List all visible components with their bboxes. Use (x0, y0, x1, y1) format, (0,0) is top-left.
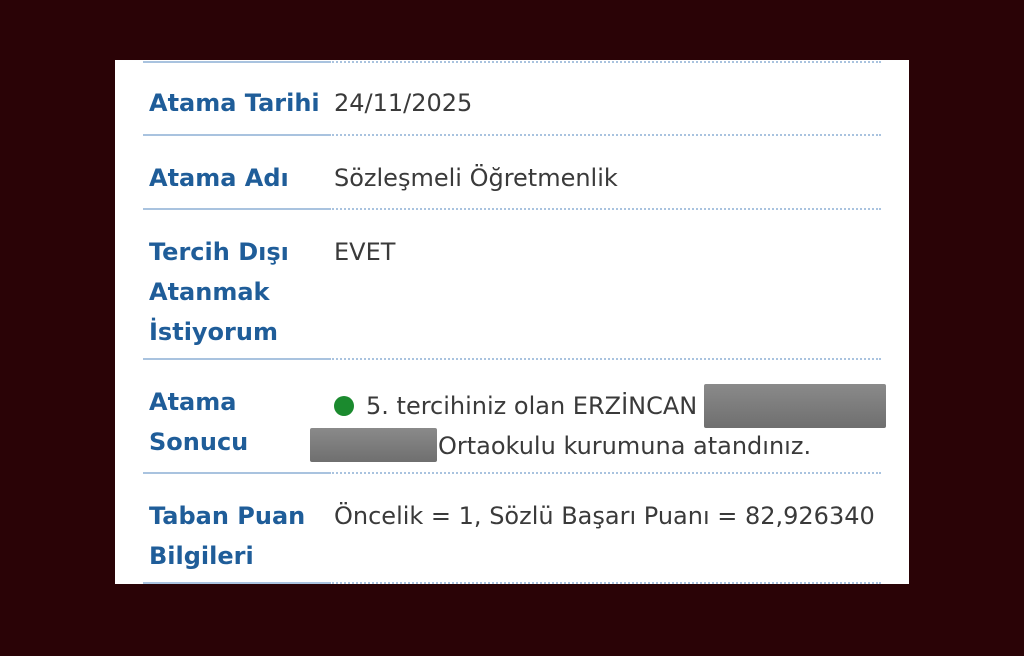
atama-tarihi-value: 24/11/2025 (334, 89, 473, 117)
atama-tarihi-label: Atama Tarihi (149, 89, 320, 117)
atama-sonucu-line1: 5. tercihiniz olan ERZİNCAN (334, 386, 697, 426)
atama-adi-label: Atama Adı (149, 164, 289, 192)
redacted-block (310, 428, 437, 462)
taban-puan-value: Öncelik = 1, Sözlü Başarı Puanı = 82,926… (334, 502, 875, 530)
atama-sonucu-label: Atama Sonucu (149, 388, 249, 456)
atama-adi-value: Sözleşmeli Öğretmenlik (334, 164, 618, 192)
tercih-disi-label: Tercih Dışı Atanmak İstiyorum (149, 238, 289, 346)
taban-puan-label: Taban Puan Bilgileri (149, 502, 306, 570)
status-success-icon (334, 396, 354, 416)
redacted-block (704, 384, 886, 428)
assignment-result-card: Atama Tarihi 24/11/2025 Atama Adı Sözleş… (115, 60, 909, 584)
atama-sonucu-line2: Ortaokulu kurumuna atandınız. (438, 432, 812, 460)
tercih-disi-value: EVET (334, 238, 396, 266)
